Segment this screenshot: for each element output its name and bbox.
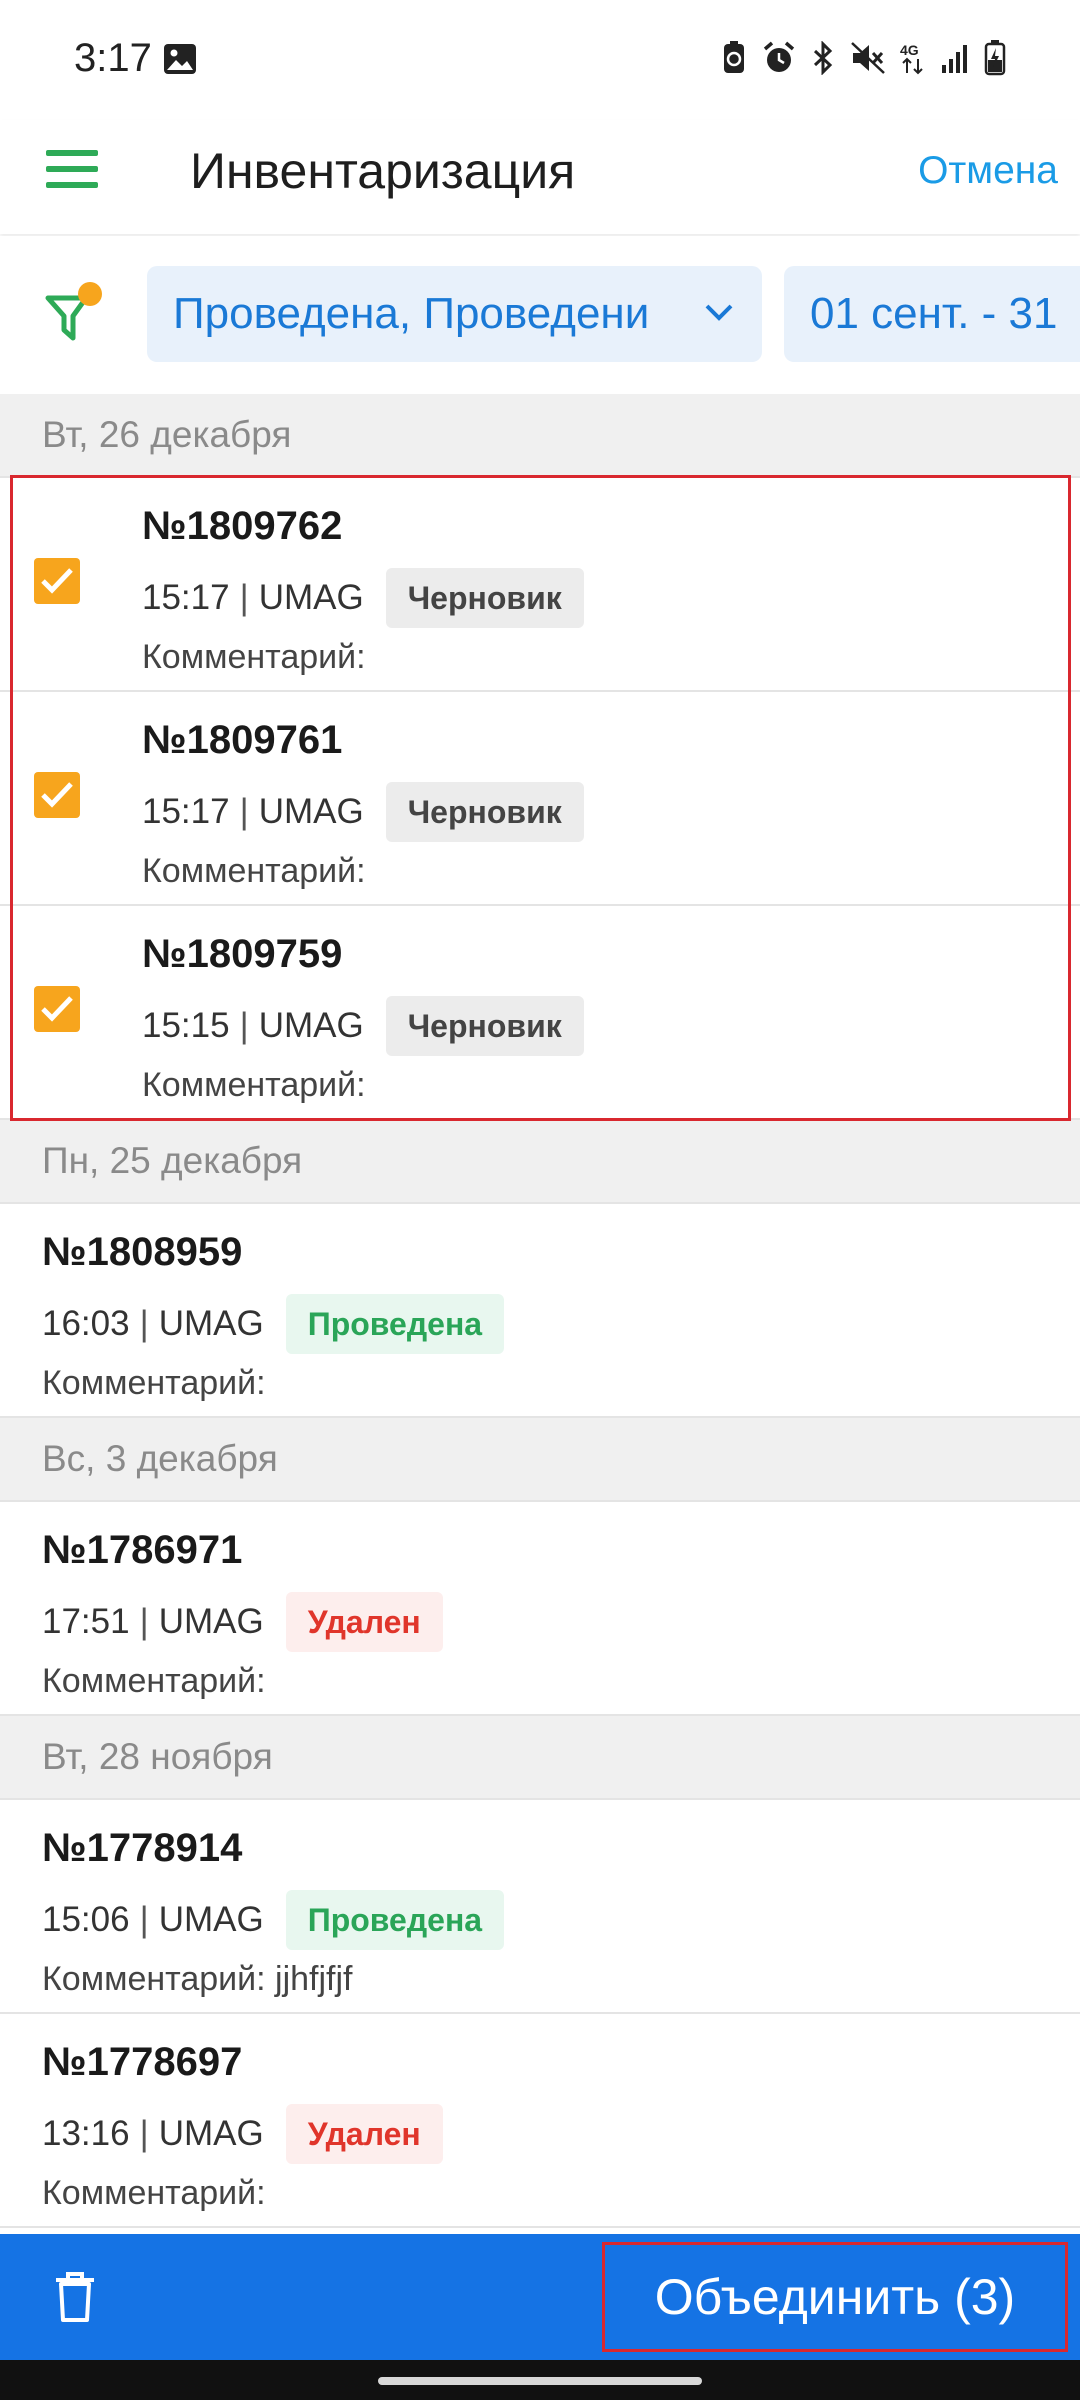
chevron-down-icon	[705, 304, 733, 321]
date-header: Вт, 26 декабря	[0, 394, 1080, 478]
item-meta: 15:15 | UMAG Черновик	[142, 996, 584, 1056]
check-icon	[41, 568, 73, 594]
item-time: 15:15	[142, 1006, 230, 1045]
item-time: 15:17	[142, 792, 230, 831]
muted-icon	[851, 42, 885, 74]
item-comment: Комментарий:	[142, 638, 366, 676]
item-comment: Комментарий:	[142, 1066, 366, 1104]
item-time: 13:16	[42, 2114, 130, 2153]
item-meta: 15:17 | UMAG Черновик	[142, 568, 584, 628]
list-item[interactable]: №1809762 15:17 | UMAG Черновик Комментарий:	[0, 478, 1080, 692]
item-comment: Комментарий:	[42, 1364, 266, 1402]
inventory-list: Вт, 26 декабря №1809762 15:17 | UMAG Чернов…	[0, 394, 1080, 2228]
item-comment: Комментарий:	[42, 2174, 266, 2212]
item-store: UMAG	[158, 2114, 264, 2153]
status-filter-value: Проведена, Проведени	[173, 289, 650, 338]
item-meta: 17:51 | UMAG Удален	[42, 1592, 443, 1652]
item-time: 16:03	[42, 1304, 130, 1343]
item-comment: Комментарий: jjhfjfjf	[42, 1960, 353, 1998]
list-item[interactable]: №1786971 17:51 | UMAG Удален Комментарий:	[0, 1502, 1080, 1716]
item-number: №1778914	[42, 1826, 243, 1870]
filter-icon[interactable]	[40, 282, 110, 352]
list-item[interactable]: №1778914 15:06 | UMAG Проведена Комментарий…	[0, 1800, 1080, 2014]
svg-text:4G: 4G	[900, 42, 919, 58]
date-range-value: 01 сент. - 31	[810, 289, 1058, 338]
app-bar: Инвентаризация Отмена	[0, 120, 1080, 234]
item-store: UMAG	[258, 578, 364, 617]
bottom-action-bar: Объединить (3)	[0, 2234, 1080, 2360]
item-checkbox[interactable]	[34, 772, 80, 818]
list-item[interactable]: №1808959 16:03 | UMAG Проведена Комментарий…	[0, 1204, 1080, 1418]
item-comment: Комментарий:	[142, 852, 366, 890]
date-header: Пн, 25 декабря	[0, 1120, 1080, 1204]
battery-charging-icon	[984, 40, 1006, 76]
status-filter-chip[interactable]: Проведена, Проведени	[147, 266, 762, 362]
hamburger-icon[interactable]	[46, 144, 100, 198]
item-meta: 15:17 | UMAG Черновик	[142, 782, 584, 842]
status-badge: Черновик	[385, 996, 584, 1056]
alarm-icon	[763, 41, 795, 72]
item-meta: 13:16 | UMAG Удален	[42, 2104, 443, 2164]
navigation-bar	[0, 2360, 1080, 2400]
filter-bar: Проведена, Проведени 01 сент. - 31	[0, 236, 1080, 394]
list-item[interactable]: №1778697 13:16 | UMAG Удален Комментарий:	[0, 2014, 1080, 2228]
status-badge: Черновик	[385, 568, 584, 628]
list-item[interactable]: №1809761 15:17 | UMAG Черновик Комментарий:	[0, 692, 1080, 906]
cancel-button[interactable]: Отмена	[918, 138, 1058, 204]
status-badge: Черновик	[385, 782, 584, 842]
network-4g-icon: 4G	[900, 42, 923, 75]
trash-icon[interactable]	[52, 2270, 98, 2324]
item-store: UMAG	[158, 1602, 264, 1641]
item-checkbox[interactable]	[34, 558, 80, 604]
item-store: UMAG	[258, 1006, 364, 1045]
item-number: №1809759	[142, 932, 343, 976]
date-header: Вс, 3 декабря	[0, 1418, 1080, 1502]
check-icon	[41, 782, 73, 808]
date-range-chip[interactable]: 01 сент. - 31	[784, 266, 1080, 362]
signal-icon	[942, 45, 967, 73]
item-store: UMAG	[258, 792, 364, 831]
item-number: №1809762	[142, 504, 343, 548]
gallery-notification-icon	[164, 44, 196, 74]
check-icon	[41, 996, 73, 1022]
item-meta: 16:03 | UMAG Проведена	[42, 1294, 505, 1354]
status-badge: Проведена	[285, 1890, 505, 1950]
item-number: №1809761	[142, 718, 343, 762]
date-header: Вт, 28 ноября	[0, 1716, 1080, 1800]
item-time: 15:06	[42, 1900, 130, 1939]
item-time: 15:17	[142, 578, 230, 617]
status-bar: 3:17 4G	[0, 0, 1080, 120]
item-number: №1808959	[42, 1230, 243, 1274]
merge-button[interactable]: Объединить (3)	[602, 2242, 1068, 2352]
item-time: 17:51	[42, 1602, 130, 1641]
status-badge: Удален	[285, 2104, 443, 2164]
battery-saver-icon	[724, 41, 744, 73]
status-time: 3:17	[74, 36, 152, 80]
list-item[interactable]: №1809759 15:15 | UMAG Черновик Комментарий:	[0, 906, 1080, 1120]
item-checkbox[interactable]	[34, 986, 80, 1032]
status-badge: Удален	[285, 1592, 443, 1652]
page-title: Инвентаризация	[190, 143, 576, 199]
status-badge: Проведена	[285, 1294, 505, 1354]
item-number: №1786971	[42, 1528, 243, 1572]
bluetooth-icon	[813, 41, 833, 75]
item-comment: Комментарий:	[42, 1662, 266, 1700]
item-number: №1778697	[42, 2040, 243, 2084]
home-handle[interactable]	[378, 2377, 702, 2385]
status-icons: 4G	[720, 40, 1006, 76]
item-store: UMAG	[158, 1304, 264, 1343]
item-meta: 15:06 | UMAG Проведена	[42, 1890, 505, 1950]
item-store: UMAG	[158, 1900, 264, 1939]
